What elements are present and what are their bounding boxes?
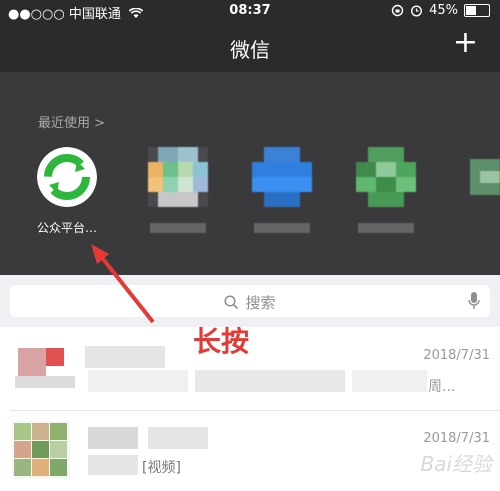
chat-preview-blur bbox=[352, 370, 427, 392]
chat-avatar-accent bbox=[46, 348, 64, 366]
nav-title: 微信 bbox=[230, 38, 270, 62]
search-label-wrap: 搜索 bbox=[10, 292, 490, 313]
add-button[interactable]: + bbox=[453, 28, 478, 58]
annotation-text: 长按 bbox=[193, 325, 250, 358]
blurred-app-label bbox=[358, 223, 414, 233]
search-placeholder: 搜索 bbox=[245, 294, 276, 312]
search-icon bbox=[224, 295, 239, 310]
blurred-app-icon bbox=[252, 147, 312, 207]
recent-app-gongzhong[interactable]: 公众平台… bbox=[37, 147, 97, 236]
chat-preview-blur bbox=[15, 376, 75, 388]
battery-percent: 45% bbox=[429, 3, 458, 18]
recent-used-link[interactable]: 最近使用 > bbox=[38, 112, 105, 131]
chat-row-1[interactable]: 2018/7/31 周... bbox=[0, 328, 500, 410]
chat-preview: [视频] bbox=[142, 460, 181, 476]
blurred-app-label bbox=[150, 223, 206, 233]
chat-date: 2018/7/31 bbox=[423, 431, 490, 446]
rotation-lock-icon bbox=[391, 4, 404, 17]
chat-preview-blur bbox=[88, 370, 188, 392]
status-right: 45% bbox=[391, 3, 490, 18]
blurred-app-icon bbox=[356, 147, 416, 207]
status-bar: ●●○○○ 中国联通 08:37 45% bbox=[0, 0, 500, 22]
search-bar: 搜索 bbox=[0, 275, 500, 327]
nav-bar: 微信 + bbox=[0, 22, 500, 72]
chat-date: 2018/7/31 bbox=[423, 348, 490, 363]
recent-app-blurred-4[interactable] bbox=[470, 147, 500, 211]
recent-app-blurred-3[interactable] bbox=[356, 147, 416, 233]
chat-name-blur bbox=[148, 427, 208, 449]
recent-apps-drawer: 最近使用 > 公众平台… bbox=[0, 72, 500, 275]
chat-avatar bbox=[18, 348, 46, 376]
blurred-app-icon bbox=[148, 147, 208, 207]
battery-fill bbox=[466, 6, 476, 15]
alarm-icon bbox=[411, 5, 423, 17]
blurred-app-label bbox=[254, 223, 310, 233]
chat-preview-tail: 周... bbox=[428, 379, 456, 395]
baidu-watermark: Bai经验 bbox=[420, 452, 492, 476]
recent-app-blurred-1[interactable] bbox=[148, 147, 208, 233]
annotation-arrow bbox=[91, 244, 155, 324]
search-input[interactable]: 搜索 bbox=[10, 285, 490, 317]
chat-preview-blur bbox=[195, 370, 345, 392]
gongzhong-platform-icon bbox=[37, 147, 97, 207]
microphone-icon[interactable] bbox=[468, 292, 480, 310]
chat-name-blur bbox=[85, 346, 165, 368]
battery-icon bbox=[464, 4, 490, 17]
chat-preview-blur bbox=[88, 455, 138, 475]
recent-app-blurred-2[interactable] bbox=[252, 147, 312, 233]
recent-app-label: 公众平台… bbox=[37, 221, 98, 235]
blurred-app-icon bbox=[470, 147, 500, 207]
chat-name-blur bbox=[88, 427, 138, 449]
chat-avatar bbox=[12, 421, 70, 479]
